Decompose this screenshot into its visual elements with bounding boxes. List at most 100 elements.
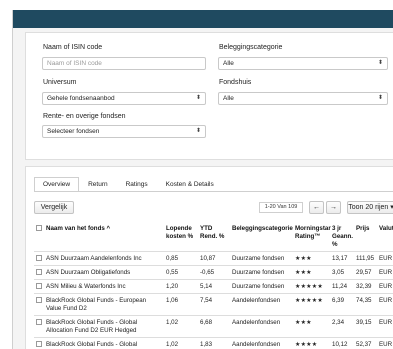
fund-3y: 10,12 — [330, 337, 354, 349]
fund-3y: 6,39 — [330, 293, 354, 316]
funds-table: Naam van het fonds ^ Lopende kosten % YT… — [34, 223, 393, 349]
isin-search-input[interactable] — [47, 58, 205, 69]
fund-house-select-value: Alle — [223, 95, 234, 102]
tab-ratings[interactable]: Ratings — [117, 177, 157, 192]
fund-category: Duurzame fondsen — [230, 251, 293, 266]
compare-button[interactable]: Vergelijk — [34, 201, 74, 214]
fund-category: Aandelenfondsen — [230, 337, 293, 349]
arrow-right-icon: → — [330, 204, 337, 211]
col-3y-header[interactable]: 3 jr Geann. % — [330, 223, 354, 252]
row-checkbox[interactable] — [36, 341, 42, 347]
tab-kosten-details[interactable]: Kosten & Details — [157, 177, 223, 192]
fund-currency: EUR — [377, 315, 393, 338]
fund-price: 32,39 — [354, 279, 377, 294]
fund-name[interactable]: ASN Duurzaam Obligatiefonds — [44, 265, 164, 280]
fund-name[interactable]: BlackRock Global Funds - Global Allocati… — [44, 315, 164, 338]
fund-ytd: 5,14 — [198, 279, 230, 294]
category-select[interactable]: Alle ⬍ — [218, 57, 388, 70]
col-name-header[interactable]: Naam van het fonds ^ — [44, 223, 164, 252]
select-arrows-icon: ⬍ — [195, 128, 201, 134]
results-tabs: Overview Return Ratings Kosten & Details — [34, 177, 223, 192]
row-checkbox[interactable] — [36, 297, 42, 303]
col-price-header[interactable]: Prijs — [354, 223, 377, 252]
fund-currency: EUR — [377, 265, 393, 280]
results-panel: Overview Return Ratings Kosten & Details… — [25, 166, 393, 349]
fund-price: 39,15 — [354, 315, 377, 338]
header-bar — [13, 10, 393, 28]
star-rating-icon: ★★★ — [293, 315, 330, 338]
select-all-checkbox[interactable] — [36, 225, 42, 231]
tab-overview[interactable]: Overview — [34, 177, 80, 192]
star-rating-icon: ★★★ — [293, 265, 330, 280]
fund-currency: EUR — [377, 293, 393, 316]
fund-costs: 0,55 — [164, 265, 198, 280]
universe-select[interactable]: Gehele fondsenaanbod ⬍ — [42, 92, 206, 105]
tabs-divider — [34, 191, 393, 192]
fund-category: Aandelenfondsen — [230, 293, 293, 316]
rente-label: Rente- en overige fondsen — [43, 113, 126, 120]
tab-return[interactable]: Return — [79, 177, 117, 192]
fund-costs: 1,02 — [164, 315, 198, 338]
fund-ytd: -0,65 — [198, 265, 230, 280]
fund-house-label: Fondshuis — [219, 79, 252, 86]
fund-costs: 1,06 — [164, 293, 198, 316]
table-row[interactable]: BlackRock Global Funds - European Value … — [34, 293, 393, 316]
row-checkbox[interactable] — [36, 283, 42, 289]
star-rating-icon: ★★★★ — [293, 337, 330, 349]
col-rating-header[interactable]: Morningstar Rating™ — [293, 223, 331, 252]
fund-3y: 13,17 — [330, 251, 354, 266]
fund-currency: EUR — [377, 251, 393, 266]
fund-category: Aandelenfondsen — [230, 315, 293, 338]
fund-ytd: 10,87 — [198, 251, 230, 266]
table-row[interactable]: ASN Milieu & Waterfonds Inc 1,20 5,14 Du… — [34, 279, 393, 294]
category-label: Beleggingscategorie — [219, 44, 283, 51]
row-checkbox[interactable] — [36, 255, 42, 261]
rows-per-page-button[interactable]: Toon 20 rijen ▾ — [347, 201, 393, 214]
col-category-header[interactable]: Beleggingscategorie — [230, 223, 293, 252]
fund-3y: 2,34 — [330, 315, 354, 338]
star-rating-icon: ★★★ — [293, 251, 330, 266]
col-currency-header[interactable]: Valuta — [377, 223, 393, 252]
app-frame: Naam of ISIN code Beleggingscategorie Al… — [12, 10, 393, 349]
filter-panel: Naam of ISIN code Beleggingscategorie Al… — [25, 32, 393, 160]
star-rating-icon: ★★★★★ — [293, 279, 330, 294]
fund-costs: 1,02 — [164, 337, 198, 349]
fund-3y: 3,05 — [330, 265, 354, 280]
category-select-value: Alle — [223, 60, 234, 67]
fund-category: Duurzame fondsen — [230, 265, 293, 280]
select-arrows-icon: ⬍ — [377, 60, 383, 66]
isin-search-field[interactable] — [42, 57, 206, 70]
pagination-range: 1-20 Van 109 — [259, 202, 303, 213]
star-rating-icon: ★★★★★ — [293, 293, 330, 316]
fund-house-select[interactable]: Alle ⬍ — [218, 92, 388, 105]
universe-select-value: Gehele fondsenaanbod — [47, 95, 115, 102]
table-header-row: Naam van het fonds ^ Lopende kosten % YT… — [34, 223, 393, 252]
fund-name[interactable]: BlackRock Global Funds - European Value … — [44, 293, 164, 316]
prev-page-button[interactable]: ← — [309, 201, 324, 214]
rente-select-value: Selecteer fondsen — [47, 128, 100, 135]
isin-label: Naam of ISIN code — [43, 44, 103, 51]
table-row[interactable]: ASN Duurzaam Obligatiefonds 0,55 -0,65 D… — [34, 265, 393, 280]
fund-price: 74,35 — [354, 293, 377, 316]
fund-currency: EUR — [377, 337, 393, 349]
fund-price: 52,37 — [354, 337, 377, 349]
table-row[interactable]: BlackRock Global Funds - Global 1,02 1,8… — [34, 337, 393, 349]
table-row[interactable]: ASN Duurzaam Aandelenfonds Inc 0,85 10,8… — [34, 251, 393, 266]
fund-name[interactable]: ASN Duurzaam Aandelenfonds Inc — [44, 251, 164, 266]
fund-price: 111,95 — [354, 251, 377, 266]
fund-costs: 0,85 — [164, 251, 198, 266]
table-row[interactable]: BlackRock Global Funds - Global Allocati… — [34, 315, 393, 338]
fund-ytd: 1,83 — [198, 337, 230, 349]
fund-category: Duurzame fondsen — [230, 279, 293, 294]
fund-name[interactable]: BlackRock Global Funds - Global — [44, 337, 164, 349]
fund-name[interactable]: ASN Milieu & Waterfonds Inc — [44, 279, 164, 294]
col-ytd-header[interactable]: YTD Rend. % — [198, 223, 230, 252]
fund-currency: EUR — [377, 279, 393, 294]
next-page-button[interactable]: → — [326, 201, 341, 214]
col-costs-header[interactable]: Lopende kosten % — [164, 223, 198, 252]
select-arrows-icon: ⬍ — [377, 95, 383, 101]
row-checkbox[interactable] — [36, 269, 42, 275]
universe-label: Universum — [43, 79, 77, 86]
rente-select[interactable]: Selecteer fondsen ⬍ — [42, 125, 206, 138]
row-checkbox[interactable] — [36, 319, 42, 325]
